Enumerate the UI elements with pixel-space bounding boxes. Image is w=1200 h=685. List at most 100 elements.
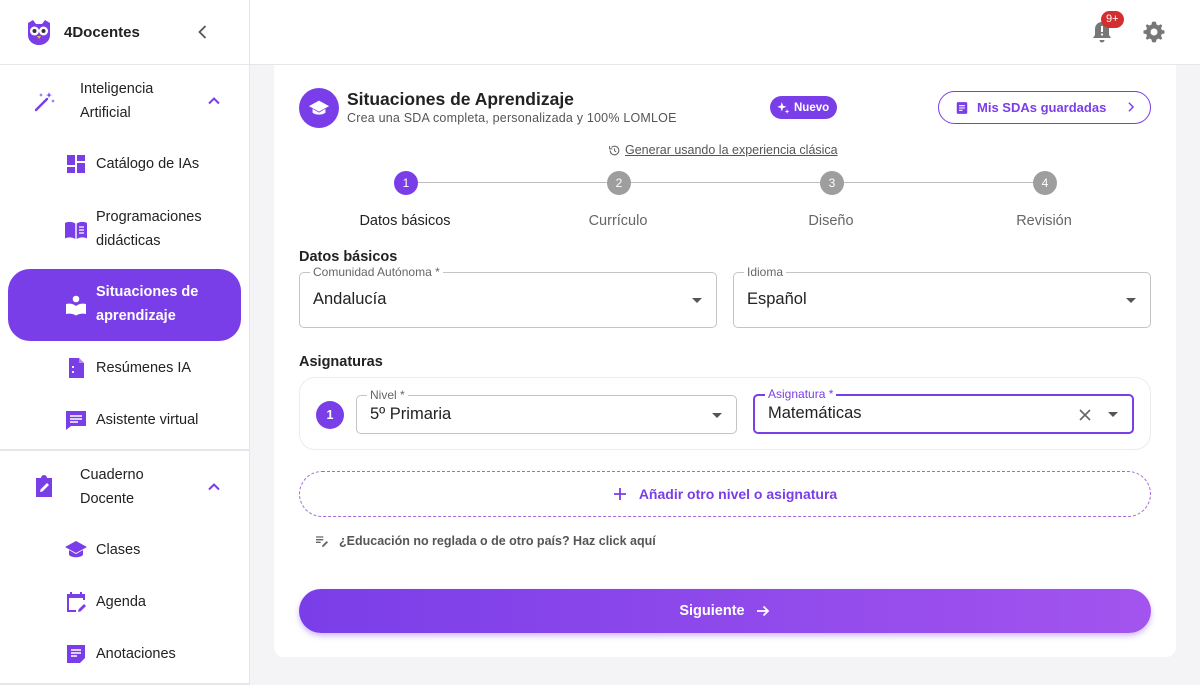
sidebar-item-agenda[interactable]: Agenda xyxy=(8,580,241,624)
clipboard-edit-icon xyxy=(36,475,52,497)
nuevo-badge-label: Nuevo xyxy=(794,101,830,114)
sidebar-item-label: Asistente virtual xyxy=(96,412,199,428)
sidebar-section-label-line: Docente xyxy=(80,491,135,507)
subject-row-number: 1 xyxy=(316,401,344,429)
add-subject-button[interactable]: Añadir otro nivel o asignatura xyxy=(299,471,1151,517)
saved-sdas-button[interactable]: Mis SDAs guardadas xyxy=(938,91,1151,124)
dropdown-arrow-icon[interactable] xyxy=(1108,412,1118,417)
step-1-circle: 1 xyxy=(394,171,418,195)
sidebar-item-label: Programaciones didácticas xyxy=(96,205,202,253)
dropdown-arrow-icon xyxy=(712,413,722,418)
chevron-up-icon xyxy=(208,97,220,105)
sidebar-section-label: Inteligencia Artificial xyxy=(80,77,153,125)
dashboard-icon xyxy=(67,155,85,173)
classic-experience-link[interactable]: Generar usando la experiencia clásica xyxy=(608,143,838,157)
dropdown-arrow-icon xyxy=(1126,298,1136,303)
comunidad-label: Comunidad Autónoma * xyxy=(310,265,443,279)
notification-badge: 9+ xyxy=(1101,11,1124,28)
subjects-section-title: Asignaturas xyxy=(299,354,383,370)
sidebar-item-clases[interactable]: Clases xyxy=(8,528,241,572)
reading-person-icon xyxy=(66,295,86,316)
gear-icon[interactable] xyxy=(1142,20,1166,44)
non-regulated-text[interactable]: ¿Educación no reglada o de otro país? Ha… xyxy=(339,534,656,548)
sidebar-item-label: Resúmenes IA xyxy=(96,360,192,376)
clear-icon[interactable] xyxy=(1076,406,1094,424)
next-button-label: Siguiente xyxy=(679,603,745,619)
sidebar-item-label-line: aprendizaje xyxy=(96,308,176,324)
page-title: Situaciones de Aprendizaje xyxy=(347,89,574,109)
step-3-circle: 3 xyxy=(820,171,844,195)
nivel-select[interactable]: Nivel * 5º Primaria xyxy=(356,388,737,434)
idioma-value: Español xyxy=(747,290,807,308)
sidebar-section-ia[interactable]: Inteligencia Artificial xyxy=(0,76,249,126)
step-2-label: Currículo xyxy=(588,213,648,229)
subject-row: 1 Nivel * 5º Primaria Asignatura * Matem… xyxy=(299,377,1151,450)
sidebar-item-asistente[interactable]: Asistente virtual xyxy=(8,398,241,442)
step-connector xyxy=(418,182,607,183)
calendar-edit-icon xyxy=(67,592,86,612)
sidebar-item-label-line: didácticas xyxy=(96,233,161,249)
nuevo-badge: Nuevo xyxy=(770,96,838,119)
edit-note-icon xyxy=(316,536,328,547)
sda-card: Situaciones de Aprendizaje Crea una SDA … xyxy=(274,65,1176,657)
document-list-icon xyxy=(956,101,968,114)
non-regulated-link[interactable]: ¿Educación no reglada o de otro país? Ha… xyxy=(314,533,656,549)
idioma-label: Idioma xyxy=(744,265,787,279)
classic-link-text[interactable]: Generar usando la experiencia clásica xyxy=(625,143,838,157)
plus-icon xyxy=(613,488,626,500)
idioma-select[interactable]: Idioma Español xyxy=(733,265,1151,328)
sidebar-section-label-line: Cuaderno xyxy=(80,467,144,483)
brand-name: 4Docentes xyxy=(64,23,140,41)
sidebar-item-anotaciones[interactable]: Anotaciones xyxy=(8,632,241,676)
sidebar: 4Docentes Inteligencia Artificial Catálo… xyxy=(0,0,250,685)
sidebar-item-resumenes[interactable]: Resúmenes IA xyxy=(8,346,241,390)
sidebar-item-label: Situaciones de aprendizaje xyxy=(96,280,198,328)
asignatura-value: Matemáticas xyxy=(768,404,862,422)
sidebar-divider xyxy=(0,449,249,451)
sidebar-section-label: Cuaderno Docente xyxy=(80,463,144,511)
nivel-value: 5º Primaria xyxy=(370,405,452,423)
add-subject-label: Añadir otro nivel o asignatura xyxy=(638,486,838,502)
asignatura-select[interactable]: Asignatura * Matemáticas xyxy=(753,387,1134,434)
step-4-label: Revisión xyxy=(1016,213,1072,229)
sidebar-item-catalogo[interactable]: Catálogo de IAs xyxy=(8,142,241,186)
sidebar-section-label-line: Inteligencia xyxy=(80,81,154,97)
next-button[interactable]: Siguiente xyxy=(299,589,1151,633)
sidebar-item-label-line: Programaciones xyxy=(96,209,202,225)
nivel-label: Nivel * xyxy=(367,388,408,402)
dropdown-arrow-icon xyxy=(692,298,702,303)
step-1-label: Datos básicos xyxy=(359,213,451,229)
notes-icon xyxy=(67,645,85,663)
chevron-left-icon[interactable] xyxy=(193,22,213,42)
step-connector xyxy=(631,182,820,183)
chevron-up-icon xyxy=(208,483,220,491)
comunidad-select[interactable]: Comunidad Autónoma * Andalucía xyxy=(299,265,717,328)
owl-logo-icon xyxy=(28,20,50,45)
document-icon xyxy=(69,358,84,378)
step-4-circle: 4 xyxy=(1033,171,1057,195)
graduation-cap-icon xyxy=(308,100,330,115)
magic-wand-icon xyxy=(34,92,55,112)
sidebar-section-label-line: Artificial xyxy=(80,105,131,121)
step-connector xyxy=(844,182,1033,183)
sidebar-item-label: Agenda xyxy=(96,594,146,610)
saved-sdas-label: Mis SDAs guardadas xyxy=(977,100,1107,115)
graduation-cap-icon xyxy=(65,541,87,558)
sidebar-item-label-line: Situaciones de xyxy=(96,284,199,300)
chat-icon xyxy=(66,411,86,430)
sidebar-item-programaciones[interactable]: Programaciones didácticas xyxy=(8,202,241,256)
arrow-right-icon xyxy=(756,605,769,617)
sidebar-item-label: Catálogo de IAs xyxy=(96,156,200,172)
sidebar-item-situaciones[interactable]: Situaciones de aprendizaje xyxy=(8,269,241,341)
sidebar-item-label: Anotaciones xyxy=(96,646,176,662)
topbar: 9+ xyxy=(250,0,1200,65)
header-icon xyxy=(299,88,339,128)
basics-section-title: Datos básicos xyxy=(299,249,398,265)
sparkles-icon xyxy=(777,101,790,114)
page-subtitle: Crea una SDA completa, personalizada y 1… xyxy=(347,111,677,125)
comunidad-value: Andalucía xyxy=(313,290,387,308)
brand-header: 4Docentes xyxy=(0,0,249,65)
asignatura-label: Asignatura * xyxy=(765,387,837,401)
book-open-icon xyxy=(65,221,87,239)
sidebar-section-cuaderno[interactable]: Cuaderno Docente xyxy=(0,462,249,512)
